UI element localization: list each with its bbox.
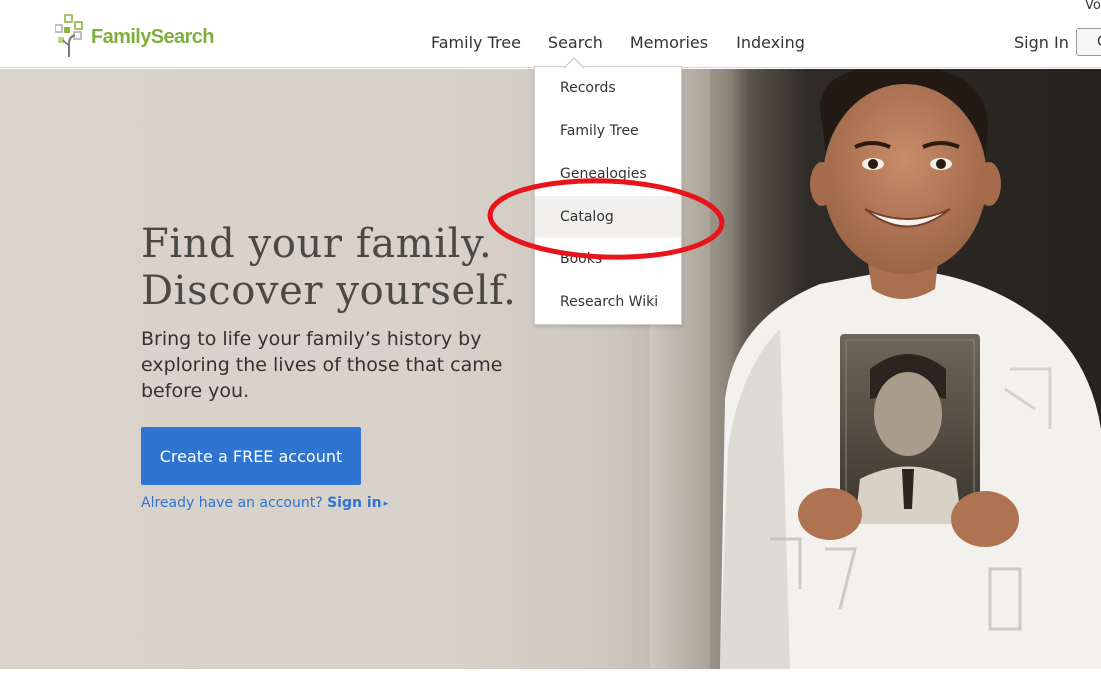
logo-wordmark: FamilySearch [91, 25, 214, 48]
nav-indexing[interactable]: Indexing [736, 33, 805, 52]
tree-logo-icon [55, 14, 83, 57]
hero-boy-photo [650, 69, 1101, 669]
already-have-account: Already have an account? Sign in ▸ [141, 495, 388, 511]
sign-in-link-label: Sign in [327, 495, 382, 511]
dropdown-item-family-tree[interactable]: Family Tree [535, 110, 681, 152]
nav-search[interactable]: Search [548, 33, 603, 52]
already-text: Already have an account? [141, 495, 323, 511]
dropdown-pointer-fill [564, 59, 584, 69]
header-create-account-button[interactable]: C [1076, 28, 1101, 56]
search-dropdown-menu: Records Family Tree Genealogies Catalog … [534, 66, 682, 325]
create-free-account-button[interactable]: Create a FREE account [141, 427, 361, 485]
hero-headline: Find your family. Discover yourself. [141, 221, 516, 315]
nav-memories[interactable]: Memories [630, 33, 708, 52]
volunteer-link[interactable]: Vo [1085, 0, 1101, 13]
caret-right-icon: ▸ [383, 499, 389, 509]
familysearch-logo[interactable]: FamilySearch [55, 12, 214, 58]
dropdown-item-books[interactable]: Books [535, 238, 681, 280]
dropdown-item-research-wiki[interactable]: Research Wiki [535, 281, 681, 323]
headline-line-2: Discover yourself. [141, 268, 517, 314]
main-nav: Family Tree Search Memories Indexing [431, 33, 805, 52]
nav-family-tree[interactable]: Family Tree [431, 33, 521, 52]
headline-line-1: Find your family. [141, 221, 493, 267]
hero-sign-in-link[interactable]: Sign in ▸ [327, 495, 388, 511]
hero-subtext: Bring to life your family’s history by e… [141, 328, 503, 402]
dropdown-item-catalog[interactable]: Catalog [535, 196, 681, 238]
header-sign-in-link[interactable]: Sign In [1014, 33, 1069, 52]
site-header: FamilySearch Family Tree Search Memories… [0, 0, 1101, 68]
dropdown-item-records[interactable]: Records [535, 67, 681, 109]
dropdown-item-genealogies[interactable]: Genealogies [535, 153, 681, 195]
